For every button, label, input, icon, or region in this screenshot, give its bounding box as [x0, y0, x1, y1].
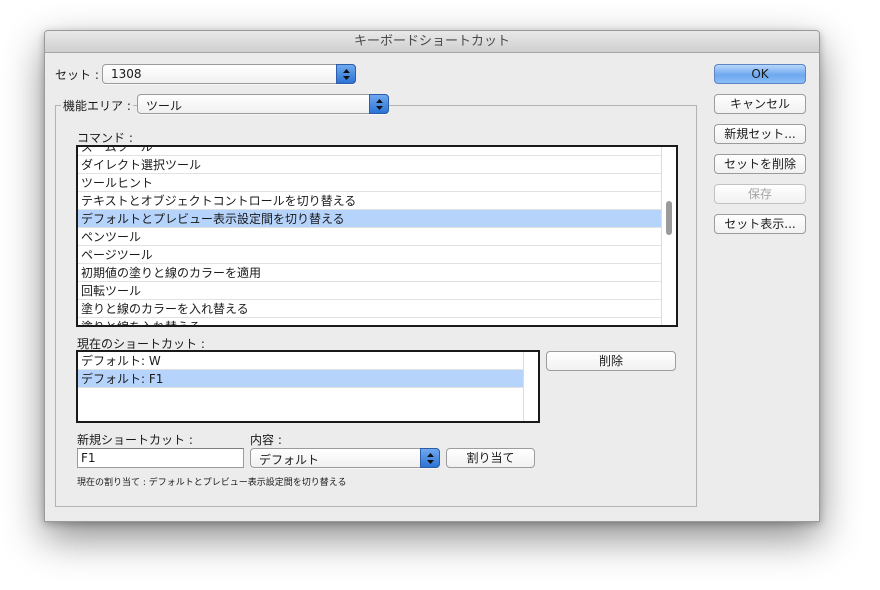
command-list-item[interactable]: ページツール: [78, 246, 661, 264]
set-popup-value: 1308: [111, 67, 142, 81]
popup-arrows-icon: [420, 448, 440, 468]
shortcut-list-item[interactable]: デフォルト: W: [78, 352, 523, 370]
new-shortcut-label: 新規ショートカット :: [77, 433, 193, 447]
command-list-item[interactable]: デフォルトとプレビュー表示設定間を切り替える: [78, 210, 661, 228]
keyboard-shortcuts-dialog: キーボードショートカット セット : 1308 機能エリア : ツール コマンド…: [44, 30, 820, 522]
window-title: キーボードショートカット: [45, 31, 819, 53]
feature-area-popup[interactable]: ツール: [137, 94, 389, 114]
ok-button[interactable]: OK: [714, 64, 806, 84]
current-shortcuts-scrollbar[interactable]: [523, 352, 538, 421]
popup-arrows-icon: [369, 94, 389, 114]
command-list-item[interactable]: 回転ツール: [78, 282, 661, 300]
delete-set-button[interactable]: セットを削除: [714, 154, 806, 174]
command-list-item[interactable]: ペンツール: [78, 228, 661, 246]
current-shortcuts-list[interactable]: デフォルト: W デフォルト: F1: [76, 350, 540, 423]
commands-list[interactable]: ズームツール ダイレクト選択ツール ツールヒント テキストとオブジェクトコントロールを…: [76, 145, 678, 327]
context-label: 内容 :: [250, 433, 282, 447]
save-button: 保存: [714, 184, 806, 204]
commands-label: コマンド :: [77, 131, 133, 145]
cancel-button[interactable]: キャンセル: [714, 94, 806, 114]
shortcut-list-item[interactable]: デフォルト: F1: [78, 370, 523, 388]
commands-scrollbar[interactable]: [661, 147, 676, 325]
new-shortcut-field[interactable]: F1: [77, 448, 244, 468]
command-list-item[interactable]: 初期値の塗りと線のカラーを適用: [78, 264, 661, 282]
popup-arrows-icon: [336, 64, 356, 84]
command-list-item[interactable]: 塗りと線を入れ替える: [78, 318, 661, 325]
command-list-item[interactable]: テキストとオブジェクトコントロールを切り替える: [78, 192, 661, 210]
command-list-item[interactable]: ズームツール: [78, 147, 661, 156]
command-list-item[interactable]: ダイレクト選択ツール: [78, 156, 661, 174]
context-popup-value: デフォルト: [259, 453, 320, 467]
set-popup[interactable]: 1308: [102, 64, 356, 84]
set-label: セット :: [55, 68, 99, 82]
commands-scroll-thumb[interactable]: [666, 201, 672, 235]
command-list-item[interactable]: ツールヒント: [78, 174, 661, 192]
remove-shortcut-button[interactable]: 削除: [546, 351, 676, 371]
current-assignment-text: 現在の割り当て : デフォルトとプレビュー表示設定間を切り替える: [77, 478, 347, 488]
command-list-item[interactable]: 塗りと線のカラーを入れ替える: [78, 300, 661, 318]
feature-area-label: 機能エリア :: [61, 97, 133, 114]
context-popup[interactable]: デフォルト: [250, 448, 440, 468]
new-set-button[interactable]: 新規セット...: [714, 124, 806, 144]
feature-area-popup-value: ツール: [146, 99, 183, 113]
show-set-button[interactable]: セット表示...: [714, 214, 806, 234]
assign-button[interactable]: 割り当て: [446, 448, 535, 468]
